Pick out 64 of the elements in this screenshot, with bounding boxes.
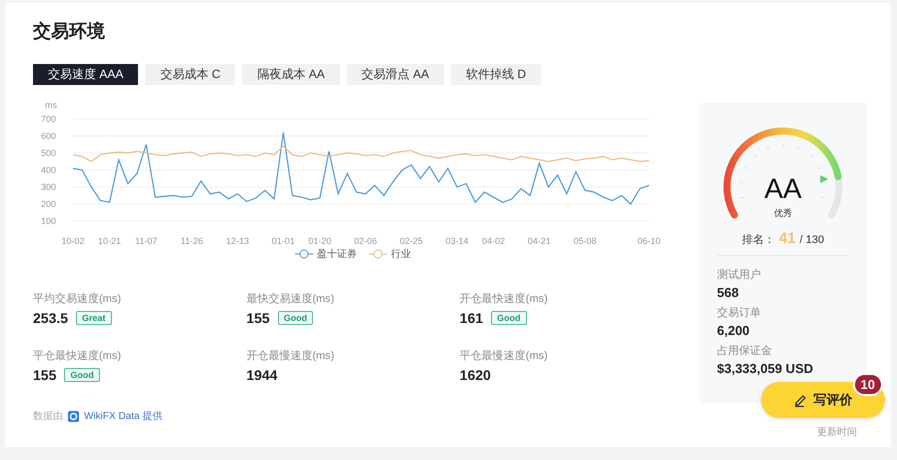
metric-value: 155 xyxy=(246,310,270,326)
rating-tag: Great xyxy=(76,311,112,325)
metric-label: 平仓最快速度(ms) xyxy=(33,348,122,363)
legend-label: 行业 xyxy=(391,248,411,261)
metric-label: 平均交易速度(ms) xyxy=(33,292,122,306)
tab[interactable]: 交易速度 AAA xyxy=(33,64,138,85)
update-time: 更新时间 xyxy=(817,426,857,439)
axis-label: 06-10 xyxy=(637,236,661,246)
stat-label: 交易订单 xyxy=(717,306,762,320)
source-prefix: 数据由 xyxy=(33,410,63,423)
axis-unit: ms xyxy=(45,100,57,110)
axis-label: 10-21 xyxy=(98,236,122,246)
legend-icon xyxy=(295,249,313,259)
metric-label: 最快交易速度(ms) xyxy=(246,292,336,306)
metric-value: 1944 xyxy=(246,367,278,383)
rank-value: 41 xyxy=(778,230,796,247)
axis-label: 03-14 xyxy=(445,236,469,246)
source-link[interactable]: WikiFX Data 提供 xyxy=(84,409,162,423)
axis-label: 700 xyxy=(41,114,56,124)
metric-label: 平仓最慢速度(ms) xyxy=(460,348,549,363)
metric-value: 253.5 xyxy=(33,310,68,326)
grade-text: AA xyxy=(764,173,802,205)
logo-icon xyxy=(68,410,79,422)
axis-label: 01-01 xyxy=(272,236,295,246)
axis-label: 100 xyxy=(41,216,56,226)
rank-total: / 130 xyxy=(800,234,824,246)
axis-label: 12-13 xyxy=(226,236,250,246)
axis-label: 01-20 xyxy=(308,236,332,246)
section-title: 交易环境 xyxy=(33,20,106,43)
pencil-icon xyxy=(794,393,808,407)
legend-icon xyxy=(369,249,387,259)
axis-label: 500 xyxy=(41,148,56,158)
axis-label: 11-26 xyxy=(180,236,204,246)
axis-label: 04-21 xyxy=(528,236,551,246)
axis-label: 400 xyxy=(41,165,56,175)
axis-label: 10-02 xyxy=(61,236,85,246)
axis-label: 04-02 xyxy=(482,236,506,246)
rating-tag: Good xyxy=(491,311,527,325)
stat-label: 测试用户 xyxy=(717,268,762,282)
tab[interactable]: 交易成本 C xyxy=(145,64,236,85)
axis-label: 600 xyxy=(41,131,56,141)
metric-value: 161 xyxy=(460,310,484,326)
grade-label: 优秀 xyxy=(774,207,792,220)
tab[interactable]: 隔夜成本 AA xyxy=(242,64,340,85)
axis-label: 02-25 xyxy=(400,236,423,246)
axis-label: 05-08 xyxy=(573,236,597,246)
stat-label: 占用保证金 xyxy=(717,344,773,358)
tab[interactable]: 软件掉线 D xyxy=(451,64,542,85)
stat-value: 568 xyxy=(717,285,740,300)
metric-value: 155 xyxy=(33,367,56,383)
metric-label: 开仓最慢速度(ms) xyxy=(246,348,336,363)
axis-label: 300 xyxy=(41,182,56,192)
rating-tag: Good xyxy=(64,368,100,382)
axis-label: 200 xyxy=(41,199,56,209)
metric-value: 1620 xyxy=(460,367,491,383)
rating-tag: Good xyxy=(278,311,314,325)
rank-label: 排名： xyxy=(742,233,775,247)
axis-label: 11-07 xyxy=(134,236,158,246)
metric-label: 开仓最快速度(ms) xyxy=(460,292,549,306)
legend-label: 盈十证券 xyxy=(317,248,357,261)
axis-label: 02-06 xyxy=(354,236,378,246)
tab[interactable]: 交易滑点 AA xyxy=(346,64,444,85)
stat-value: 6,200 xyxy=(717,323,751,338)
stat-value: $3,333,059 USD xyxy=(717,361,814,376)
